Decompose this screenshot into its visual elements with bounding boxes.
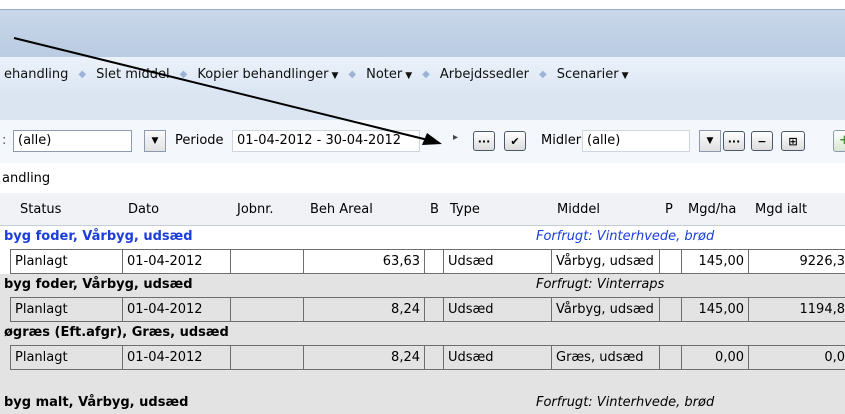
annotation-arrow [13, 37, 442, 145]
